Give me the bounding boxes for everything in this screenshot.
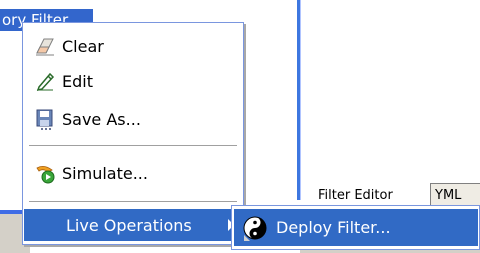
- menu-item-simulate[interactable]: Simulate...: [24, 157, 242, 189]
- menu-item-edit[interactable]: Edit: [24, 65, 242, 97]
- menu-item-live-operations[interactable]: Live Operations: [24, 209, 242, 241]
- menu-item-label: Clear: [62, 36, 104, 56]
- filter-editor-label: Filter Editor: [318, 188, 393, 203]
- menu-item-label: Simulate...: [62, 163, 148, 183]
- menu-separator: [29, 145, 237, 146]
- deploy-yin-yang-icon: [242, 215, 268, 241]
- menu-item-label: Save As...: [62, 109, 141, 129]
- menu-separator: [29, 201, 237, 202]
- menu-item-clear[interactable]: Clear: [24, 30, 242, 62]
- eraser-icon: [34, 35, 56, 57]
- menu-item-label: Deploy Filter...: [276, 218, 391, 237]
- menu-item-label: Live Operations: [66, 215, 192, 235]
- menu-item-save-as[interactable]: Save As...: [24, 103, 242, 135]
- menu-item-label: Edit: [62, 71, 93, 91]
- simulate-icon: [34, 162, 56, 184]
- vertical-splitter-highlight: [300, 0, 301, 200]
- menu-item-deploy-filter[interactable]: Deploy Filter...: [234, 209, 478, 246]
- pencil-icon: [34, 70, 56, 92]
- context-menu: Clear Edit Save As... Simulate... Live O…: [22, 22, 244, 245]
- live-operations-submenu: Deploy Filter...: [231, 205, 480, 250]
- floppy-disk-icon: [34, 108, 56, 130]
